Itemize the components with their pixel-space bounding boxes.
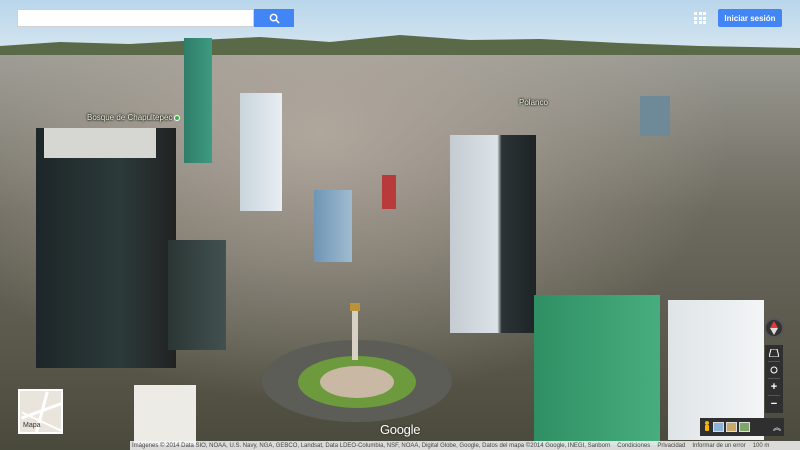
search-input[interactable] — [18, 12, 253, 28]
tower-curved — [168, 240, 226, 350]
bottom-toolbar: ︽ — [700, 418, 784, 436]
privacy-link[interactable]: Privacidad — [657, 443, 685, 449]
view-controls: + − — [765, 345, 783, 413]
photo-strip-icon[interactable] — [739, 422, 750, 432]
monument-angel — [350, 303, 360, 311]
zoom-out-button[interactable]: − — [765, 396, 783, 412]
tower-green-left — [184, 38, 212, 163]
compass-button[interactable] — [764, 318, 784, 338]
tower-hsbc — [450, 135, 536, 333]
report-error-link[interactable]: Informar de un error — [692, 443, 745, 449]
building-red — [382, 175, 396, 209]
google-logo: Google — [380, 422, 421, 437]
place-label-bosque[interactable]: Bosque de Chapultepec — [87, 113, 181, 122]
apps-grid-icon[interactable] — [694, 12, 706, 24]
search-icon — [269, 13, 280, 24]
tilt-icon — [769, 349, 779, 357]
place-label-bosque-text: Bosque de Chapultepec — [87, 113, 173, 122]
compass-icon — [770, 321, 778, 335]
search-button[interactable] — [254, 9, 294, 27]
scale-label: 100 m — [752, 442, 770, 449]
building-white-bottom — [134, 385, 196, 445]
tower-dark-top — [44, 128, 156, 158]
roundabout-plaza — [320, 366, 394, 398]
terms-link[interactable]: Condiciones — [617, 443, 650, 449]
tower-white-left — [240, 93, 282, 211]
zoom-in-button[interactable]: + — [765, 379, 783, 395]
tower-dark-foreground — [36, 128, 176, 368]
expand-up-icon[interactable]: ︽ — [773, 422, 781, 433]
rotate-button[interactable] — [765, 362, 783, 378]
pegman-icon[interactable] — [703, 421, 711, 433]
attribution-bar: Imágenes © 2014 Data SIO, NOAA, U.S. Nav… — [130, 441, 800, 450]
signin-button[interactable]: Iniciar sesión — [718, 9, 782, 27]
map-mode-thumbnail[interactable]: Mapa — [18, 389, 63, 434]
tower-blue-mid — [314, 190, 352, 262]
search-box[interactable] — [17, 9, 254, 28]
map-3d-view[interactable] — [0, 0, 800, 450]
tower-green-right — [534, 295, 660, 445]
monument-column — [352, 308, 358, 360]
tilt-button[interactable] — [765, 345, 783, 361]
building-glass-far — [640, 96, 670, 136]
photo-strip-icon[interactable] — [726, 422, 737, 432]
place-label-polanco[interactable]: Polanco — [519, 98, 548, 107]
imagery-credit: Imágenes © 2014 Data SIO, NOAA, U.S. Nav… — [132, 442, 611, 449]
park-pin-icon — [174, 114, 181, 121]
place-label-polanco-text: Polanco — [519, 98, 548, 107]
photo-strip-icon[interactable] — [713, 422, 724, 432]
map-mode-label: Mapa — [23, 422, 41, 429]
rotate-icon — [770, 366, 778, 374]
